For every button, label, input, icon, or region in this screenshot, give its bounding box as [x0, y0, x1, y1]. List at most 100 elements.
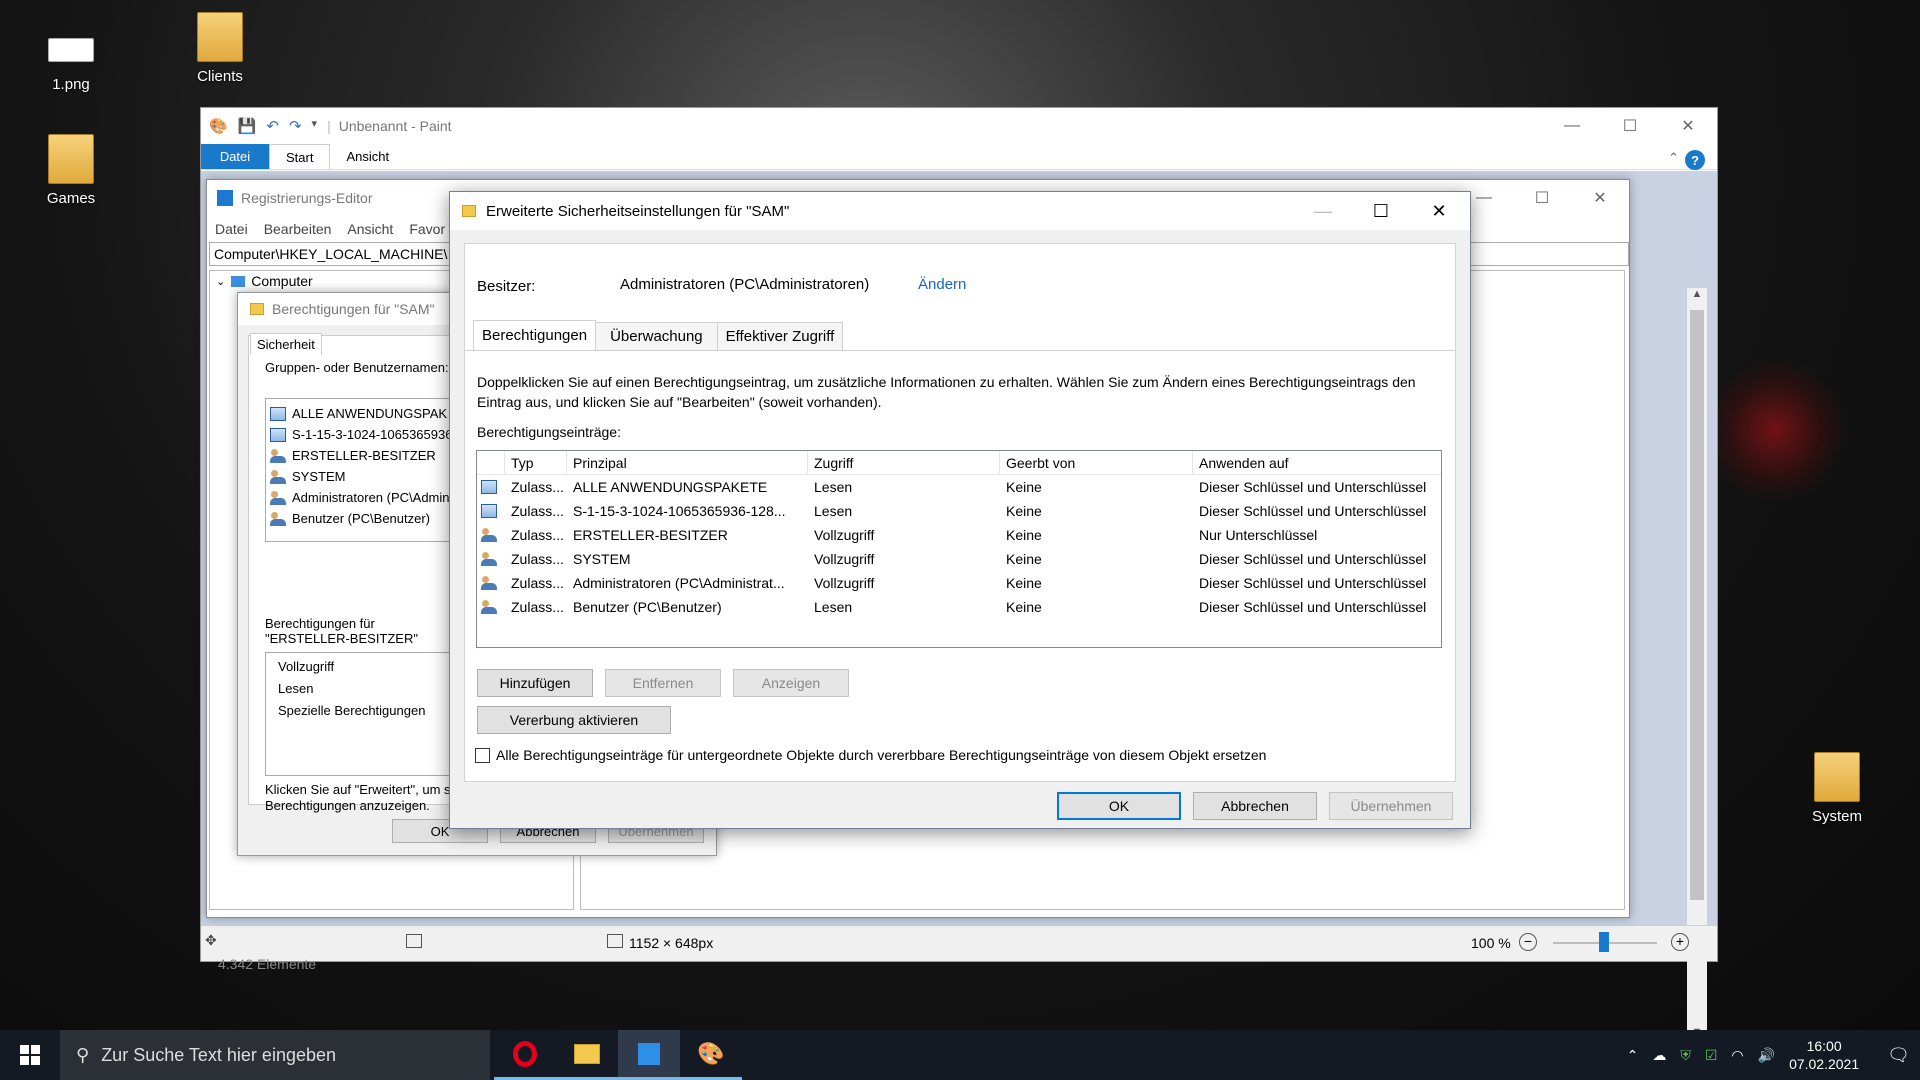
- minimize-button[interactable]: —: [1294, 192, 1352, 230]
- cell-typ: Zulass...: [511, 551, 564, 567]
- hint-line-2: Berechtigungen anzuzeigen.: [265, 798, 430, 813]
- change-owner-link[interactable]: Ändern: [918, 276, 966, 293]
- start-button[interactable]: [0, 1030, 60, 1080]
- paint-window-controls: — ☐ ✕: [1543, 108, 1717, 144]
- security-check-icon[interactable]: ☑: [1705, 1047, 1718, 1064]
- permission-entries-table[interactable]: Typ Prinzipal Zugriff Geerbt von Anwende…: [476, 450, 1442, 648]
- ok-button[interactable]: OK: [1057, 792, 1181, 820]
- package-icon: [481, 504, 497, 518]
- notifications-icon[interactable]: 🗨: [1887, 1045, 1910, 1066]
- advanced-security-dialog[interactable]: Erweiterte Sicherheitseinstellungen für …: [449, 191, 1471, 829]
- zoom-out-button[interactable]: −: [1519, 933, 1537, 951]
- games-folder-icon: [48, 134, 94, 184]
- desktop-icon-1png[interactable]: 1.png: [26, 28, 116, 93]
- tab-ueberwachung[interactable]: Überwachung: [595, 322, 718, 350]
- maximize-button[interactable]: ☐: [1601, 108, 1659, 144]
- column-header-geerbt-von[interactable]: Geerbt von: [1000, 451, 1193, 474]
- desktop-icon-system[interactable]: System: [1792, 752, 1882, 825]
- desktop-icon-clients[interactable]: Clients: [175, 12, 265, 85]
- close-button[interactable]: ✕: [1571, 180, 1629, 216]
- tab-start[interactable]: Start: [269, 144, 331, 169]
- menu-ansicht[interactable]: Ansicht: [347, 221, 393, 237]
- taskbar-clock[interactable]: 16:00 07.02.2021: [1789, 1037, 1859, 1073]
- maximize-button[interactable]: ☐: [1513, 180, 1571, 216]
- column-header-prinzipal[interactable]: Prinzipal: [567, 451, 808, 474]
- view-button[interactable]: Anzeigen: [733, 669, 849, 697]
- column-header-anwenden-auf[interactable]: Anwenden auf: [1193, 451, 1441, 474]
- move-cursor-icon: ✥: [205, 932, 217, 948]
- chevron-down-icon[interactable]: ⌄: [216, 275, 225, 288]
- quick-access-toolbar: 🎨 💾 ↶ ↷ ▾: [209, 117, 317, 135]
- menu-favoriten[interactable]: Favor: [409, 221, 445, 237]
- column-header-typ[interactable]: Typ: [505, 451, 567, 474]
- tab-datei[interactable]: Datei: [201, 144, 269, 169]
- user-group-icon: [481, 576, 497, 590]
- advanced-tabs: Berechtigungen Überwachung Effektiver Zu…: [473, 320, 844, 350]
- onedrive-icon[interactable]: ☁: [1652, 1047, 1666, 1064]
- table-row[interactable]: Zulass... SYSTEM Vollzugriff Keine Dieser Sc…: [477, 547, 1441, 571]
- table-row[interactable]: Zulass... ERSTELLER-BESITZER Vollzugriff Ke…: [477, 523, 1441, 547]
- advanced-titlebar: Erweiterte Sicherheitseinstellungen für …: [450, 192, 1470, 230]
- table-row[interactable]: Zulass... Administratoren (PC\Administrat…: [477, 571, 1441, 595]
- user-group-icon: [270, 469, 286, 484]
- enable-inheritance-button[interactable]: Vererbung aktivieren: [477, 706, 671, 734]
- clock-date: 07.02.2021: [1789, 1056, 1860, 1072]
- advanced-title: Erweiterte Sicherheitseinstellungen für …: [486, 202, 790, 220]
- cell-zugriff: Vollzugriff: [814, 551, 875, 567]
- zoom-in-button[interactable]: +: [1671, 933, 1689, 951]
- cell-geerbt-von: Keine: [1006, 575, 1042, 591]
- table-row[interactable]: Zulass... Benutzer (PC\Benutzer) Lesen Kein…: [477, 595, 1441, 619]
- close-button[interactable]: ✕: [1659, 108, 1717, 144]
- tab-effektiver-zugriff[interactable]: Effektiver Zugriff: [716, 322, 844, 350]
- maximize-button[interactable]: ☐: [1352, 192, 1410, 230]
- cell-anwenden-auf: Dieser Schlüssel und Unterschlüssel: [1199, 575, 1427, 591]
- clients-folder-icon: [197, 12, 243, 62]
- replace-child-permissions-row[interactable]: Alle Berechtigungseinträge für untergeor…: [475, 747, 1266, 763]
- defender-icon[interactable]: ⛨: [1680, 1047, 1691, 1064]
- desktop-icon-games[interactable]: Games: [26, 134, 116, 207]
- cancel-button[interactable]: Abbrechen: [1193, 792, 1317, 820]
- table-row[interactable]: Zulass... S-1-15-3-1024-1065365936-128...…: [477, 499, 1441, 523]
- cell-zugriff: Lesen: [814, 503, 853, 519]
- add-button[interactable]: Hinzufügen: [477, 669, 593, 697]
- tab-ansicht[interactable]: Ansicht: [330, 144, 405, 169]
- canvas-dimensions: 1152 × 648px: [629, 935, 714, 951]
- menu-datei[interactable]: Datei: [215, 221, 248, 237]
- paint-icon[interactable]: 🎨: [680, 1030, 742, 1080]
- tab-sicherheit[interactable]: Sicherheit: [250, 333, 322, 355]
- advanced-content-panel: Besitzer: Administratoren (PC\Administra…: [464, 243, 1456, 782]
- remove-button[interactable]: Entfernen: [605, 669, 721, 697]
- minimize-button[interactable]: —: [1543, 108, 1601, 144]
- redo-icon[interactable]: ↷: [289, 117, 302, 135]
- zoom-slider-thumb[interactable]: [1599, 932, 1609, 952]
- opera-icon[interactable]: [494, 1030, 556, 1080]
- ribbon-collapse-icon[interactable]: ⌃: [1668, 150, 1679, 166]
- cell-anwenden-auf: Dieser Schlüssel und Unterschlüssel: [1199, 479, 1427, 495]
- replace-child-permissions-checkbox[interactable]: [475, 747, 490, 763]
- paint-ribbon-tabs: Datei Start Ansicht: [201, 144, 1717, 170]
- info-text: Doppelklicken Sie auf einen Berechtigung…: [477, 374, 1416, 410]
- chevron-up-icon[interactable]: ⌃: [1627, 1047, 1639, 1064]
- windows-logo-icon: [20, 1045, 40, 1065]
- owner-label: Besitzer:: [477, 278, 536, 295]
- volume-icon[interactable]: 🔊: [1758, 1047, 1775, 1064]
- wifi-icon[interactable]: ◠: [1731, 1047, 1743, 1064]
- menu-bearbeiten[interactable]: Bearbeiten: [264, 221, 332, 237]
- cell-anwenden-auf: Dieser Schlüssel und Unterschlüssel: [1199, 503, 1427, 519]
- column-header-zugriff[interactable]: Zugriff: [808, 451, 1000, 474]
- close-button[interactable]: ✕: [1410, 192, 1468, 230]
- chevron-down-icon[interactable]: ▾: [312, 117, 318, 135]
- file-explorer-icon[interactable]: [556, 1030, 618, 1080]
- save-icon[interactable]: 💾: [238, 117, 257, 135]
- undo-icon[interactable]: ↶: [266, 117, 279, 135]
- zoom-level: 100 %: [1471, 935, 1511, 951]
- table-row[interactable]: Zulass... ALLE ANWENDUNGSPAKETE Lesen Keine…: [477, 475, 1441, 499]
- help-icon[interactable]: ?: [1685, 150, 1705, 170]
- tree-item-computer[interactable]: Computer: [251, 273, 312, 289]
- taskbar-search-box[interactable]: ⚲ Zur Suche Text hier eingeben: [60, 1030, 490, 1080]
- apply-button[interactable]: Übernehmen: [1329, 792, 1453, 820]
- clock-time: 16:00: [1806, 1038, 1842, 1054]
- regedit-icon[interactable]: [618, 1030, 680, 1080]
- cell-zugriff: Vollzugriff: [814, 575, 875, 591]
- tab-berechtigungen[interactable]: Berechtigungen: [473, 320, 597, 350]
